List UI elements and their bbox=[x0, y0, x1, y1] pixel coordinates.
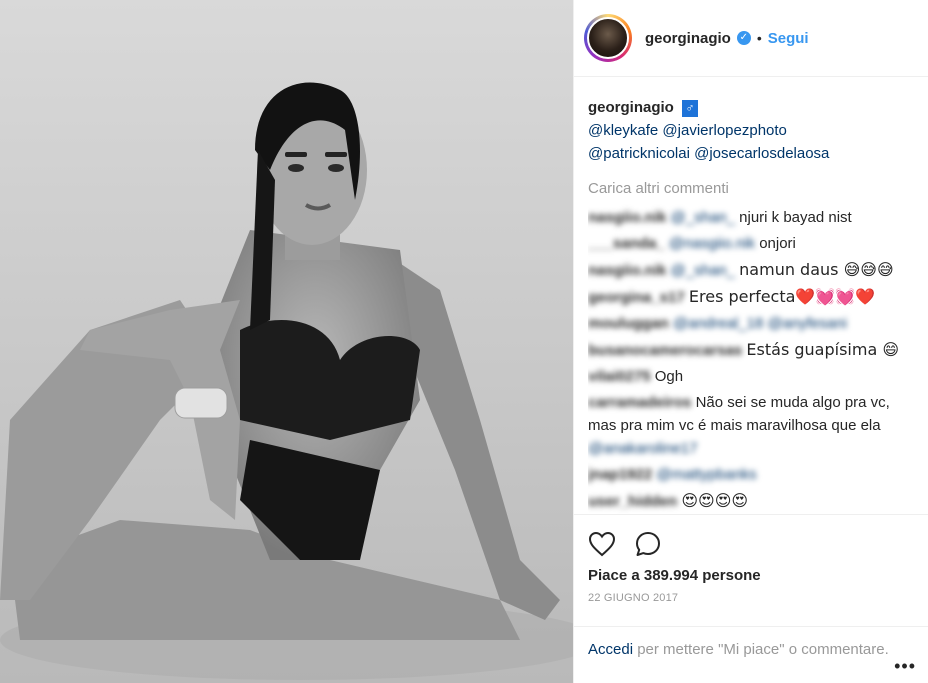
comment-row: busanocamerocarsas Estás guapísima 😄 bbox=[588, 338, 908, 362]
post-sidebar: georginagio ✓ • Segui georginagio ♂ @kle… bbox=[573, 0, 928, 683]
comment-username[interactable]: jnap1922 bbox=[588, 466, 652, 483]
comment-row: user_hidden 😍😍😍😍 bbox=[588, 489, 908, 513]
login-prompt: Accedi per mettere "Mi piace" o commenta… bbox=[574, 626, 928, 660]
comment-mention[interactable]: @_shan_ bbox=[671, 209, 735, 226]
caption-mentions-line-1[interactable]: @kleykafe @javierlopezphoto bbox=[588, 122, 787, 139]
separator-dot: • bbox=[756, 30, 762, 46]
photo-illustration bbox=[0, 82, 573, 680]
comment-username[interactable]: mouluggan bbox=[588, 315, 669, 332]
comment-username[interactable]: vilai0275 bbox=[588, 368, 651, 385]
comment-mention[interactable]: @_shan_ bbox=[671, 262, 735, 279]
comment-row: georgina_s17 Eres perfecta❤️💓💓❤️ bbox=[588, 285, 908, 309]
comment-text: onjori bbox=[759, 235, 796, 252]
header-username[interactable]: georginagio bbox=[645, 30, 731, 47]
comment-row: mouluggan @andreal_18 @anyfesani bbox=[588, 312, 908, 335]
login-link[interactable]: Accedi bbox=[588, 641, 633, 658]
comment-username[interactable]: user_hidden bbox=[588, 493, 677, 510]
comment-row: jnap1922 @mattypbanks bbox=[588, 463, 908, 486]
caption-mentions-line-2[interactable]: @patricknicolai @josecarlosdelaosa bbox=[588, 145, 829, 162]
comment-row: nasgiio.nik @_shan_ njuri k bayad nist bbox=[588, 206, 908, 229]
more-options-icon[interactable]: ••• bbox=[894, 656, 916, 677]
likes-count[interactable]: Piace a 389.994 persone bbox=[588, 567, 914, 584]
action-icons bbox=[588, 527, 914, 561]
comment-row: nasgiio.nik @_shan_ namun daus 😅😅😅 bbox=[588, 258, 908, 282]
comment-icon[interactable] bbox=[634, 530, 662, 558]
comment-text: Eres perfecta❤️💓💓❤️ bbox=[688, 287, 876, 306]
comment-mention[interactable]: @mattypbanks bbox=[656, 466, 756, 483]
verified-badge-icon: ✓ bbox=[736, 31, 751, 45]
comment-row: carramadeiros Não sei se muda algo pra v… bbox=[588, 391, 908, 460]
comment-text: 😍😍😍😍 bbox=[681, 491, 749, 510]
comments-section: georginagio ♂ @kleykafe @javierlopezphot… bbox=[588, 96, 908, 516]
comment-text: njuri k bayad nist bbox=[739, 209, 852, 226]
post-header: georginagio ✓ • Segui bbox=[574, 0, 928, 77]
male-sign-icon: ♂ bbox=[682, 99, 699, 117]
comment-text: Estás guapísima 😄 bbox=[746, 340, 900, 359]
comment-username[interactable]: busanocamerocarsas bbox=[588, 342, 742, 359]
comment-username[interactable]: georgina_s17 bbox=[588, 289, 685, 306]
comment-username[interactable]: carramadeiros bbox=[588, 394, 691, 411]
post-photo[interactable] bbox=[0, 0, 573, 683]
follow-button[interactable]: Segui bbox=[768, 30, 809, 47]
comment-mention[interactable]: @nasgiio.nik bbox=[669, 235, 755, 252]
load-more-comments[interactable]: Carica altri commenti bbox=[588, 177, 908, 200]
login-text: per mettere "Mi piace" o commentare. bbox=[633, 641, 889, 658]
heart-icon[interactable] bbox=[588, 531, 616, 557]
avatar-image bbox=[587, 17, 629, 59]
comment-mention[interactable]: @anakaroline17 bbox=[588, 440, 697, 457]
avatar[interactable] bbox=[584, 14, 632, 62]
comment-username[interactable]: nasgiio.nik bbox=[588, 262, 666, 279]
instagram-post: georginagio ✓ • Segui georginagio ♂ @kle… bbox=[0, 0, 928, 683]
comment-username[interactable]: ___sanda_ bbox=[588, 235, 665, 252]
comment-username[interactable]: nasgiio.nik bbox=[588, 209, 666, 226]
comment-mention[interactable]: @andreal_18 @anyfesani bbox=[673, 315, 847, 332]
comment-row: ___sanda_ @nasgiio.nik onjori bbox=[588, 232, 908, 255]
caption-username[interactable]: georginagio bbox=[588, 99, 674, 116]
post-actions: Piace a 389.994 persone 22 GIUGNO 2017 bbox=[574, 514, 928, 604]
comment-text: namun daus 😅😅😅 bbox=[739, 260, 894, 279]
post-date[interactable]: 22 GIUGNO 2017 bbox=[588, 592, 914, 604]
comment-row: vilai0275 Ogh bbox=[588, 365, 908, 388]
comment-text: Ogh bbox=[654, 368, 684, 385]
caption: georginagio ♂ @kleykafe @javierlopezphot… bbox=[588, 96, 908, 165]
